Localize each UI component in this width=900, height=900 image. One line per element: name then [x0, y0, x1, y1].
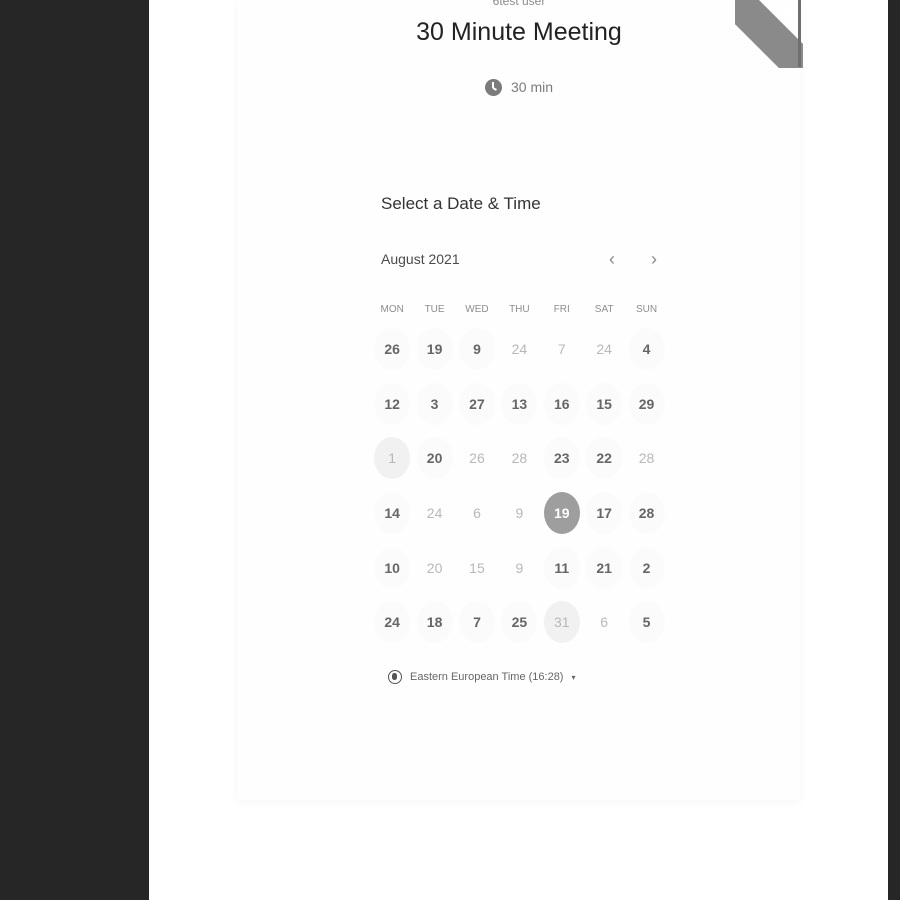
day-cell[interactable]: 20: [416, 437, 453, 480]
weekday-tue: TUE: [424, 304, 445, 315]
day-cell[interactable]: 15: [586, 382, 623, 425]
event-duration: 30 min: [485, 76, 553, 98]
day-cell: 28: [638, 450, 655, 467]
day-cell[interactable]: 25: [501, 601, 538, 644]
day-cell[interactable]: 19: [543, 492, 580, 535]
weekday-thu: THU: [509, 304, 530, 315]
right-dark-frame: [888, 0, 900, 900]
day-cell: 24: [426, 505, 443, 522]
day-cell[interactable]: 23: [543, 437, 580, 480]
day-cell[interactable]: 3: [416, 382, 453, 425]
duration-label: 30 min: [511, 79, 554, 95]
day-cell: 7: [557, 341, 566, 357]
day-cell[interactable]: 28: [628, 492, 665, 535]
weekday-sun: SUN: [635, 304, 658, 315]
day-cell[interactable]: 26: [374, 328, 411, 370]
day-cell: 6: [473, 505, 481, 522]
day-cell: 15: [469, 559, 485, 576]
weekday-header: MON TUE WED THU FRI SAT SUN: [371, 304, 668, 315]
day-cell[interactable]: 2: [628, 546, 665, 589]
day-cell[interactable]: 13: [501, 382, 538, 425]
day-cell[interactable]: 17: [586, 492, 623, 535]
weekday-sat: SAT: [594, 304, 614, 315]
timezone-selector[interactable]: Eastern European Time (16:28) ▾: [388, 670, 576, 684]
globe-icon: [388, 670, 402, 684]
day-cell[interactable]: 16: [543, 382, 580, 425]
clock-icon: [485, 78, 502, 96]
month-label: August 2021: [381, 251, 460, 267]
weekday-mon: MON: [380, 304, 404, 315]
day-cell[interactable]: 27: [458, 382, 495, 425]
day-cell: 26: [469, 450, 485, 467]
event-user: 6test user: [492, 0, 546, 8]
day-cell[interactable]: 7: [458, 601, 495, 644]
day-cell[interactable]: 4: [628, 328, 665, 370]
day-cell[interactable]: 24: [374, 601, 411, 644]
day-cell[interactable]: 5: [628, 601, 665, 644]
day-cell[interactable]: 1: [374, 437, 411, 480]
next-month-button[interactable]: ›: [643, 249, 665, 271]
day-cell[interactable]: 21: [586, 546, 623, 589]
calendar-grid: 26 19 9 24 7 24 4 12 3 27 13 16 15 29 1 …: [371, 328, 668, 656]
day-cell[interactable]: 10: [374, 546, 411, 589]
day-cell: 6: [600, 614, 609, 631]
day-cell[interactable]: 22: [586, 437, 623, 480]
weekday-fri: FRI: [553, 304, 570, 315]
day-cell[interactable]: 11: [543, 546, 580, 589]
date-time-heading: Select a Date & Time: [381, 194, 541, 213]
day-cell[interactable]: 29: [628, 382, 665, 425]
previous-month-button[interactable]: ‹: [601, 249, 623, 271]
day-cell: 20: [426, 559, 443, 576]
day-cell[interactable]: 31: [543, 601, 580, 644]
weekday-wed: WED: [465, 304, 489, 315]
day-cell[interactable]: 19: [416, 328, 453, 370]
event-title: 30 Minute Meeting: [416, 18, 622, 46]
day-cell[interactable]: 9: [458, 328, 495, 370]
day-cell: 9: [515, 559, 524, 576]
day-cell: 24: [596, 341, 612, 357]
day-cell: 9: [515, 505, 524, 522]
day-cell[interactable]: 14: [374, 492, 411, 535]
timezone-label: Eastern European Time (16:28): [410, 671, 564, 683]
day-cell[interactable]: 18: [416, 601, 453, 644]
day-cell: 28: [511, 450, 528, 467]
chevron-down-icon: ▾: [571, 672, 576, 682]
day-cell[interactable]: 12: [374, 382, 411, 425]
day-cell: 24: [511, 341, 528, 357]
left-dark-frame: [0, 0, 149, 900]
